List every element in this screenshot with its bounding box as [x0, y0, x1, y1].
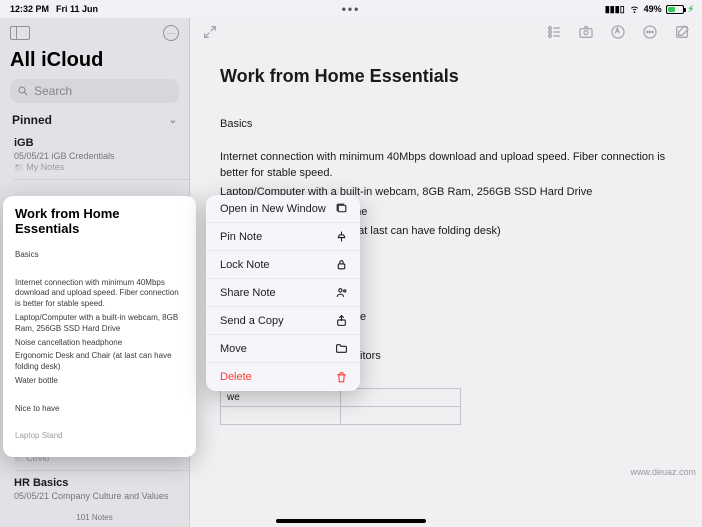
menu-share-note[interactable]: Share Note [206, 279, 360, 307]
status-time: 12:32 PM [10, 4, 49, 14]
share-up-icon [334, 314, 348, 327]
battery-pct: 49% [644, 4, 662, 14]
wifi-icon [629, 3, 640, 16]
folder-icon [334, 342, 348, 355]
new-window-icon [334, 202, 348, 215]
status-date: Fri 11 Jun [56, 4, 98, 14]
status-bar: 12:32 PM Fri 11 Jun ••• ▮▮▮▯ 49% ⚡︎ [0, 0, 702, 18]
card-title: Work from Home Essentials [15, 206, 184, 236]
sidebar-title: All iCloud [10, 49, 179, 72]
more-icon[interactable]: ⋯ [163, 25, 179, 41]
charging-icon: ⚡︎ [688, 4, 694, 15]
trash-icon [334, 371, 348, 384]
menu-lock-note[interactable]: Lock Note [206, 251, 360, 279]
lock-icon [334, 258, 348, 271]
note-item[interactable]: HR Basics 05/05/21 Company Culture and V… [0, 471, 189, 508]
battery-icon [666, 5, 684, 14]
search-input[interactable]: Search [10, 79, 179, 103]
menu-delete[interactable]: Delete [206, 363, 360, 391]
menu-send-copy[interactable]: Send a Copy [206, 307, 360, 335]
search-placeholder: Search [34, 84, 72, 98]
sidebar-toggle-icon[interactable] [10, 26, 30, 40]
note-item[interactable]: iGB 05/05/21 iGB Credentials My Notes [0, 131, 189, 179]
search-icon [17, 85, 29, 97]
cell-signal-icon: ▮▮▮▯ [605, 4, 625, 15]
multitask-dots[interactable]: ••• [342, 2, 361, 16]
pin-icon [334, 230, 348, 243]
watermark: www.deuaz.com [630, 467, 696, 477]
menu-pin-note[interactable]: Pin Note [206, 223, 360, 251]
notes-count: 101 Notes [0, 508, 189, 527]
menu-move[interactable]: Move [206, 335, 360, 363]
share-people-icon [334, 286, 348, 299]
context-menu: Open in New Window Pin Note Lock Note Sh… [206, 195, 360, 391]
pinned-header[interactable]: Pinned ⌄ [0, 103, 189, 131]
menu-open-new-window[interactable]: Open in New Window [206, 195, 360, 223]
note-preview-card: Work from Home Essentials Basics Interne… [3, 196, 196, 457]
chevron-down-icon: ⌄ [169, 115, 177, 126]
home-indicator[interactable] [276, 519, 426, 523]
